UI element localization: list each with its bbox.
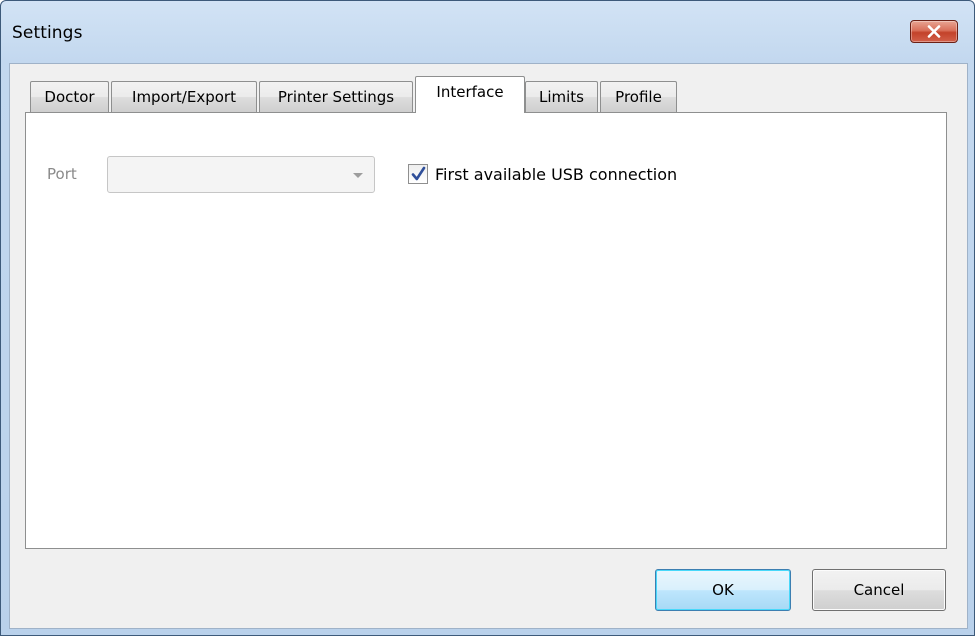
chevron-down-icon (353, 173, 363, 178)
title-bar[interactable]: Settings (1, 1, 974, 63)
tab-limits[interactable]: Limits (525, 81, 598, 112)
port-label: Port (47, 165, 77, 183)
tab-interface[interactable]: Interface (415, 76, 525, 113)
port-dropdown[interactable] (107, 156, 375, 193)
cancel-button[interactable]: Cancel (812, 569, 946, 611)
close-x-icon (927, 25, 941, 38)
usb-connection-checkbox[interactable] (408, 164, 428, 184)
ok-button[interactable]: OK (655, 569, 791, 611)
tab-profile[interactable]: Profile (600, 81, 677, 112)
usb-connection-label[interactable]: First available USB connection (435, 165, 677, 184)
tab-doctor[interactable]: Doctor (30, 81, 109, 112)
tab-printer-settings[interactable]: Printer Settings (259, 81, 413, 112)
checkmark-icon (411, 166, 426, 181)
window-title: Settings (12, 23, 83, 43)
close-button[interactable] (910, 20, 958, 43)
tab-import-export[interactable]: Import/Export (111, 81, 257, 112)
